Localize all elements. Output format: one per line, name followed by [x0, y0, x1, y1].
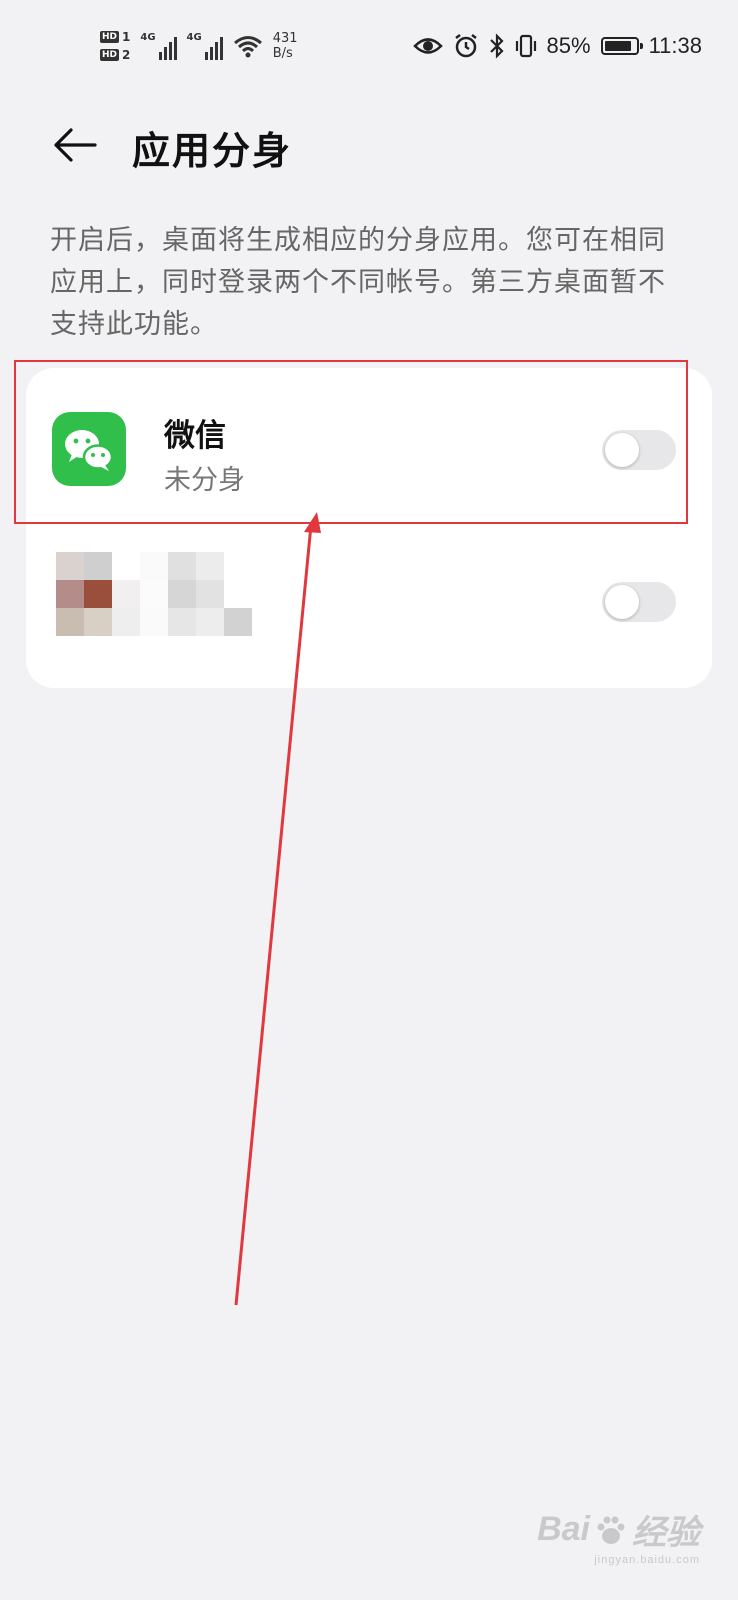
network-1-label: 4G [140, 32, 156, 43]
title-bar: 应用分身 [0, 92, 738, 202]
page-title: 应用分身 [132, 129, 293, 173]
watermark-logo: Bai 经验 [537, 1505, 700, 1554]
app-list-card: 微信 未分身 [26, 368, 712, 688]
battery-icon [600, 37, 643, 55]
sim2-indicator: HD 2 [100, 48, 130, 62]
sim1-index: 1 [122, 30, 131, 44]
alarm-icon [454, 34, 477, 58]
sim-indicators: HD 1 HD 2 [100, 30, 130, 62]
network-speed-unit: B/s [272, 46, 293, 61]
sim1-indicator: HD 1 [100, 30, 130, 44]
pixelated-app-icon [56, 552, 256, 636]
clone-toggle-wechat[interactable] [602, 430, 676, 470]
network-speed: 431 B/s [273, 31, 298, 61]
signal-2-icon: 4G [187, 32, 223, 60]
sim2-hd-badge: HD [100, 49, 120, 61]
battery-fill [604, 41, 631, 51]
paw-icon [597, 1516, 625, 1544]
signal-1-icon: 4G [140, 32, 177, 60]
back-button[interactable] [42, 112, 108, 178]
arrow-left-icon [54, 128, 97, 162]
battery-percent: 85% [546, 33, 591, 58]
app-clone-status: 未分身 [164, 465, 245, 496]
watermark-brand-suffix: 经验 [632, 1514, 700, 1552]
watermark-url: jingyan.baidu.com [594, 1554, 700, 1566]
sim1-hd-badge: HD [100, 31, 120, 43]
list-item-hidden-app[interactable] [26, 530, 712, 680]
network-2-label: 4G [186, 32, 202, 43]
clock: 11:38 [648, 33, 702, 58]
status-bar: HD 1 HD 2 4G 4G 431 B/s 85% 11:38 [0, 0, 738, 92]
watermark-brand: Bai [537, 1510, 590, 1548]
network-speed-value: 431 [272, 31, 298, 46]
status-left: HD 1 HD 2 4G 4G 431 B/s [100, 24, 298, 68]
list-item-wechat[interactable]: 微信 未分身 [26, 378, 712, 528]
status-right: 85% 11:38 [412, 30, 702, 62]
eye-icon [412, 38, 443, 54]
toggle-knob [605, 585, 639, 619]
wifi-icon [233, 36, 262, 58]
clone-toggle-hidden-app[interactable] [602, 582, 676, 622]
toggle-knob [605, 433, 639, 467]
wechat-icon [52, 412, 126, 486]
sim2-index: 2 [122, 48, 131, 62]
baidu-watermark: Bai 经验 jingyan.baidu.com [537, 1505, 700, 1566]
app-name: 微信 [164, 418, 226, 454]
description-text: 开启后，桌面将生成相应的分身应用。您可在相同应用上，同时登录两个不同帐号。第三方… [50, 225, 666, 340]
vibrate-icon [515, 34, 536, 58]
bluetooth-icon [489, 33, 504, 59]
